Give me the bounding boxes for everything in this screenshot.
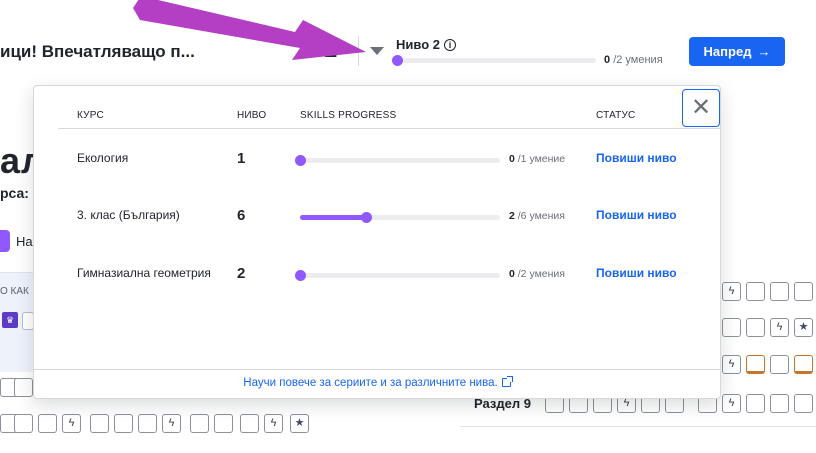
unit-pill-marker: [0, 230, 10, 252]
arrow-right-icon: →: [757, 44, 771, 59]
skills-progress-bar: [300, 212, 500, 223]
external-link-icon: [501, 376, 513, 387]
skill-box[interactable]: [722, 318, 741, 337]
column-header-level: НИВО: [237, 110, 267, 121]
lightning-icon[interactable]: ϟ: [264, 414, 283, 433]
skill-box[interactable]: [770, 282, 789, 301]
course-level: 6: [237, 207, 246, 224]
course-level: 2: [237, 265, 246, 282]
level-label-text: Ниво 2: [396, 37, 440, 52]
level-progress-mastered: 0: [604, 54, 611, 66]
close-icon: ✕: [690, 94, 712, 121]
skills-mastered: 0: [509, 153, 515, 165]
level-up-link[interactable]: Повиши ниво: [596, 208, 677, 222]
column-header-progress: SKILLS PROGRESS: [300, 110, 397, 121]
lightning-icon[interactable]: ϟ: [722, 355, 741, 374]
lightning-icon[interactable]: ϟ: [770, 318, 789, 337]
skill-box[interactable]: [14, 414, 33, 433]
skill-box[interactable]: [746, 394, 765, 413]
course-subheading: рса:: [0, 185, 29, 201]
chevron-down-icon[interactable]: [370, 47, 384, 55]
skills-progress-marker: [295, 270, 306, 281]
crown-icon[interactable]: ♛: [2, 312, 18, 328]
skill-box[interactable]: [14, 378, 33, 397]
skill-box[interactable]: [794, 282, 813, 301]
skill-box[interactable]: [214, 414, 233, 433]
lightning-icon[interactable]: ϟ: [722, 282, 741, 301]
skills-mastered: 2: [509, 210, 515, 222]
footer-divider: [34, 369, 720, 370]
next-button[interactable]: Напред →: [689, 37, 785, 66]
close-button[interactable]: ✕: [682, 89, 720, 127]
skill-box[interactable]: [770, 394, 789, 413]
level-progress-count: 0 /2 умения: [604, 54, 663, 66]
column-header-status: СТАТУС: [596, 110, 636, 121]
course-name: Гимназиална геометрия: [77, 266, 211, 280]
lightning-icon[interactable]: ϟ: [162, 414, 181, 433]
skill-box[interactable]: [138, 414, 157, 433]
skills-total: /2 умения: [517, 268, 565, 280]
next-button-label: Напред: [703, 44, 752, 59]
skills-progress-fill: [300, 215, 366, 220]
lightning-icon[interactable]: ϟ: [722, 394, 741, 413]
top-bar: ици! Впечатляващо п... 2 Ниво 2 i 0 /2 у…: [0, 0, 816, 86]
divider: [460, 426, 816, 427]
skill-box[interactable]: [38, 414, 57, 433]
levels-popover: ✕ КУРС НИВО SKILLS PROGRESS СТАТУС Еколо…: [33, 85, 721, 399]
level-up-link[interactable]: Повиши ниво: [596, 151, 677, 165]
skills-progress-marker: [295, 155, 306, 166]
skill-box[interactable]: [794, 394, 813, 413]
streak-indicator[interactable]: 2: [300, 36, 337, 64]
star-icon[interactable]: ★: [794, 318, 813, 337]
skill-box[interactable]: [240, 414, 259, 433]
streak-count: 2: [324, 36, 338, 63]
lesson-title: ици! Впечатляващо п...: [0, 42, 195, 61]
level-progress-total: /2 умения: [613, 54, 663, 66]
level-progress-marker: [392, 55, 403, 66]
skill-box[interactable]: [114, 414, 133, 433]
learn-more-text: Научи повече за сериите и за различните …: [243, 377, 498, 389]
skill-box-attempted[interactable]: [746, 355, 765, 374]
course-level: 1: [237, 150, 246, 167]
info-icon[interactable]: i: [443, 38, 456, 51]
course-name: 3. клас (България): [77, 208, 180, 222]
skill-box[interactable]: [90, 414, 109, 433]
skill-box[interactable]: [190, 414, 209, 433]
level-progress-bar: [396, 58, 596, 63]
learn-more-link[interactable]: Научи повече за сериите и за различните …: [34, 376, 720, 389]
skills-total: /1 умение: [517, 153, 566, 165]
skill-box-attempted[interactable]: [794, 355, 813, 374]
skills-progress-bar: [295, 155, 500, 166]
skills-count: 0 /1 умение: [509, 153, 565, 165]
course-name: Екология: [77, 151, 129, 165]
skill-box[interactable]: [746, 282, 765, 301]
divider: [358, 36, 359, 66]
column-header-course: КУРС: [77, 110, 104, 121]
page-root: ал рса: На О КАК ♛ Раздел 9 ϟ ϟ ★ ϟ ϟ ϟ …: [0, 0, 816, 453]
star-icon[interactable]: ★: [290, 414, 309, 433]
skill-box[interactable]: [770, 355, 789, 374]
side-panel-label: О КАК: [0, 286, 29, 297]
lightning-icon[interactable]: ϟ: [62, 414, 81, 433]
skills-progress-bar: [295, 270, 500, 281]
streak-flame-icon: [300, 42, 316, 58]
skills-count: 2 /6 умения: [509, 210, 565, 222]
level-label[interactable]: Ниво 2 i: [396, 37, 456, 52]
level-up-link[interactable]: Повиши ниво: [596, 266, 677, 280]
header-divider: [58, 128, 720, 129]
skills-count: 0 /2 умения: [509, 268, 565, 280]
unit-pill-label[interactable]: На: [16, 234, 33, 249]
skill-box[interactable]: [746, 318, 765, 337]
skills-progress-marker: [361, 212, 372, 223]
skills-mastered: 0: [509, 268, 515, 280]
skills-total: /6 умения: [517, 210, 565, 222]
